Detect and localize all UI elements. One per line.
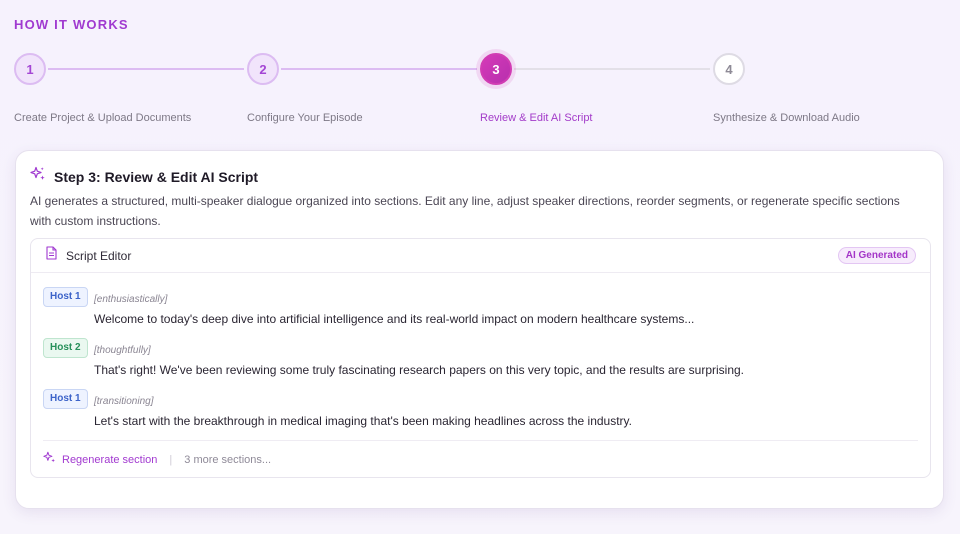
stepper: 1 2 3 4 Create Project & Upload Document…: [14, 53, 946, 133]
script-lines: Host 1 [enthusiastically] Welcome to tod…: [43, 287, 918, 440]
line-text[interactable]: Welcome to today's deep dive into artifi…: [94, 312, 694, 326]
card-header: Step 3: Review & Edit AI Script: [30, 166, 258, 187]
script-line[interactable]: Host 1 [transitioning] Let's start with …: [43, 389, 918, 440]
ai-generated-badge: AI Generated: [837, 247, 916, 264]
script-editor-footer: Regenerate section | 3 more sections...: [43, 440, 918, 478]
speaker-direction[interactable]: [thoughtfully]: [94, 345, 151, 356]
step-connector-3-4: [514, 68, 710, 70]
sparkles-icon[interactable]: [43, 451, 56, 469]
step-2-label: Configure Your Episode: [247, 112, 363, 124]
step-1-indicator[interactable]: 1: [14, 53, 46, 85]
step-connector-2-3: [281, 68, 477, 70]
section-heading: HOW IT WORKS: [14, 17, 129, 32]
step-2-indicator[interactable]: 2: [247, 53, 279, 85]
speaker-direction[interactable]: [transitioning]: [94, 396, 153, 407]
script-line[interactable]: Host 2 [thoughtfully] That's right! We'v…: [43, 338, 918, 389]
step-detail-card: Step 3: Review & Edit AI Script AI gener…: [15, 150, 944, 509]
card-title: Step 3: Review & Edit AI Script: [54, 168, 259, 185]
step-connector-1-2: [48, 68, 244, 70]
line-text[interactable]: That's right! We've been reviewing some …: [94, 363, 744, 377]
document-icon: [45, 246, 58, 265]
card-description: AI generates a structured, multi-speaker…: [30, 194, 900, 228]
script-editor: Script Editor AI Generated Host 1 [enthu…: [30, 238, 931, 478]
step-3-indicator[interactable]: 3: [480, 53, 512, 85]
step-1-label: Create Project & Upload Documents: [14, 112, 192, 124]
regenerate-section-button[interactable]: Regenerate section: [62, 454, 157, 466]
speaker-direction[interactable]: [enthusiastically]: [94, 294, 167, 305]
line-text[interactable]: Let's start with the breakthrough in med…: [94, 414, 632, 428]
speaker-tag[interactable]: Host 2: [43, 338, 88, 358]
footer-divider: |: [169, 453, 173, 466]
step-4-label: Synthesize & Download Audio: [713, 112, 860, 124]
more-sections-link[interactable]: 3 more sections...: [184, 454, 271, 466]
step-3-label: Review & Edit AI Script: [480, 112, 593, 124]
script-editor-header: Script Editor AI Generated: [31, 239, 930, 273]
speaker-tag[interactable]: Host 1: [43, 389, 88, 409]
page: HOW IT WORKS 1 2 3 4 Create Project & Up…: [0, 0, 960, 534]
script-editor-title: Script Editor: [66, 248, 132, 263]
speaker-tag[interactable]: Host 1: [43, 287, 88, 307]
script-line[interactable]: Host 1 [enthusiastically] Welcome to tod…: [43, 287, 918, 338]
step-4-indicator[interactable]: 4: [713, 53, 745, 85]
sparkles-icon: [30, 166, 46, 187]
